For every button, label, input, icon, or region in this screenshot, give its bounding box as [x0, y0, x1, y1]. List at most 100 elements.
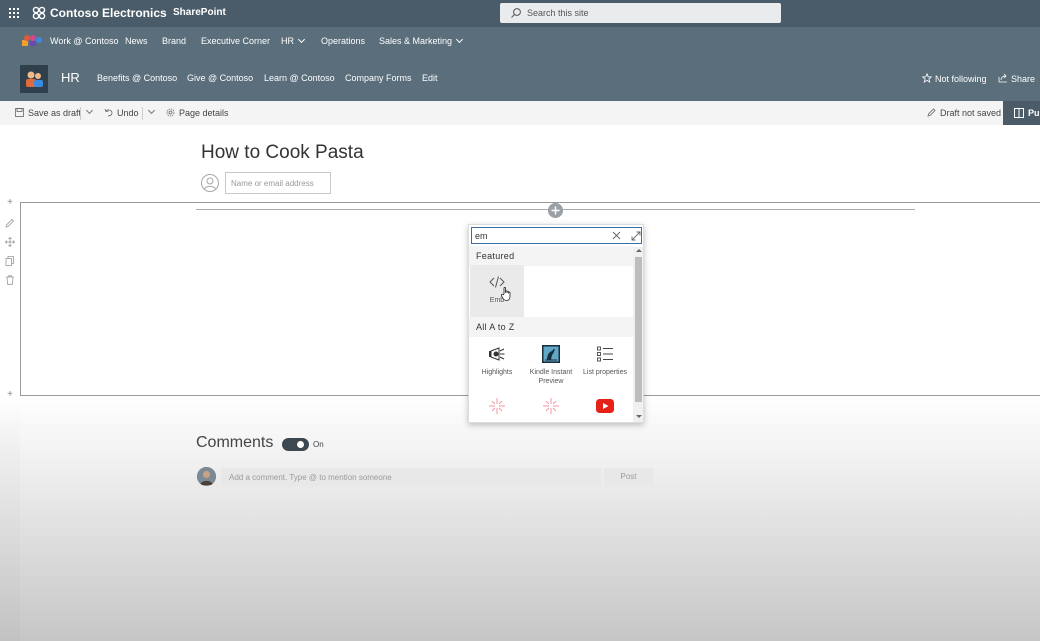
toolbox-featured-heading: Featured: [469, 246, 633, 266]
hub-item-work[interactable]: Work @ Contoso: [50, 36, 119, 46]
toolbox-search-box[interactable]: [471, 227, 642, 244]
add-section-icon[interactable]: +: [5, 198, 15, 208]
avatar: [197, 467, 216, 486]
toolbox-scrollbar[interactable]: [633, 247, 643, 422]
close-icon[interactable]: [612, 231, 621, 240]
post-button[interactable]: Post: [604, 468, 653, 486]
person-icon: [201, 174, 219, 192]
save-draft-label: Save as draft: [28, 108, 82, 118]
save-icon: [15, 108, 24, 117]
hand-cursor-icon: [501, 286, 511, 301]
webpart-tile-highlights[interactable]: Highlights: [470, 337, 524, 389]
site-link-benefits[interactable]: Benefits @ Contoso: [97, 73, 177, 83]
divider: [80, 107, 81, 120]
site-link-edit[interactable]: Edit: [422, 73, 438, 83]
hub-navigation: Work @ Contoso News Brand Executive Corn…: [0, 27, 1040, 55]
webpart-tile-sparkle-2[interactable]: [524, 389, 578, 422]
duplicate-section-icon[interactable]: [5, 256, 15, 266]
star-icon: [921, 72, 933, 84]
webpart-tile-youtube[interactable]: [578, 389, 632, 422]
chevron-down-icon: [297, 35, 306, 44]
publish-button[interactable]: Pu: [1003, 101, 1040, 125]
comments-toggle[interactable]: [282, 438, 309, 451]
toolbox-search-input[interactable]: [475, 229, 605, 242]
site-header: HR Benefits @ Contoso Give @ Contoso Lea…: [0, 55, 1040, 101]
hub-item-hr[interactable]: HR: [281, 35, 306, 46]
draft-status-label: Draft not saved: [940, 108, 1002, 118]
move-section-icon[interactable]: [5, 237, 15, 247]
follow-button[interactable]: Not following: [921, 72, 987, 84]
site-link-learn[interactable]: Learn @ Contoso: [264, 73, 335, 83]
publish-label: Pu: [1028, 108, 1040, 118]
add-webpart-icon[interactable]: [548, 203, 563, 218]
expand-icon[interactable]: [631, 231, 641, 241]
hub-item-sales-marketing[interactable]: Sales & Marketing: [379, 35, 464, 46]
tile-label: List properties: [583, 369, 627, 376]
comments-toggle-label: On: [313, 440, 324, 449]
webpart-tile-embed[interactable]: Emb: [470, 265, 524, 317]
share-button[interactable]: Share: [998, 73, 1035, 84]
list-properties-icon: [597, 346, 613, 362]
sharepoint-app-name[interactable]: SharePoint: [173, 7, 226, 18]
scroll-up-icon[interactable]: [636, 249, 642, 252]
divider: [142, 107, 143, 120]
kindle-icon: [542, 345, 560, 363]
search-input[interactable]: [527, 5, 767, 21]
site-link-company-forms[interactable]: Company Forms: [345, 73, 412, 83]
tile-label: Kindle Instant Preview: [529, 369, 573, 385]
chevron-down-icon[interactable]: [85, 106, 94, 115]
webpart-tile-kindle[interactable]: Kindle Instant Preview: [524, 337, 578, 389]
app-launcher-icon[interactable]: [9, 8, 20, 19]
hub-item-brand[interactable]: Brand: [162, 36, 186, 46]
brand-name[interactable]: Contoso Electronics: [50, 6, 167, 20]
youtube-icon: [596, 399, 614, 413]
hub-item-hr-label: HR: [281, 36, 294, 46]
site-search-box[interactable]: [500, 3, 781, 23]
author-field[interactable]: [225, 172, 331, 194]
hub-item-operations[interactable]: Operations: [321, 36, 365, 46]
page-details-label: Page details: [179, 108, 229, 118]
tile-label: Highlights: [481, 369, 513, 376]
edit-section-icon[interactable]: [5, 218, 15, 228]
draft-status: Draft not saved: [927, 108, 1001, 118]
hub-item-executive-corner[interactable]: Executive Corner: [201, 36, 270, 46]
page-details-button[interactable]: Page details: [166, 108, 229, 118]
hub-item-sales-label: Sales & Marketing: [379, 36, 453, 46]
scrollbar-thumb[interactable]: [635, 257, 642, 402]
undo-icon: [104, 108, 113, 117]
comment-input[interactable]: [221, 468, 601, 486]
sparkle-icon: [543, 398, 559, 414]
webpart-tile-list-properties[interactable]: List properties: [578, 337, 632, 389]
sparkle-icon: [489, 398, 505, 414]
comment-input-box[interactable]: [221, 468, 601, 486]
site-title[interactable]: HR: [61, 70, 80, 85]
gear-icon: [166, 108, 175, 117]
contoso-logo-icon: [32, 6, 46, 20]
undo-button[interactable]: Undo: [104, 108, 139, 118]
comments-title: Comments: [196, 434, 274, 451]
publish-icon: [1014, 108, 1024, 118]
page-title[interactable]: How to Cook Pasta: [201, 142, 364, 164]
chevron-down-icon: [456, 35, 464, 44]
scroll-down-icon[interactable]: [636, 415, 642, 418]
save-draft-button[interactable]: Save as draft: [15, 108, 81, 118]
suite-bar: Contoso Electronics SharePoint: [0, 0, 1040, 27]
az-heading-label: All A to Z: [476, 322, 515, 332]
command-bar: Save as draft Undo Page details Draft no…: [0, 101, 1040, 125]
pencil-icon: [927, 108, 936, 117]
site-link-give[interactable]: Give @ Contoso: [187, 73, 253, 83]
tile-label: Emb: [489, 297, 505, 304]
add-section-icon[interactable]: +: [5, 390, 15, 400]
undo-label: Undo: [117, 108, 139, 118]
follow-label: Not following: [935, 74, 987, 84]
site-logo-icon[interactable]: [20, 65, 48, 93]
author-input[interactable]: [226, 173, 330, 193]
webpart-tile-sparkle-1[interactable]: [470, 389, 524, 422]
chevron-down-icon[interactable]: [147, 106, 156, 115]
delete-section-icon[interactable]: [5, 275, 15, 285]
hub-logo-icon: [22, 35, 42, 46]
search-icon: [511, 8, 521, 18]
section-toolbar: + +: [0, 125, 20, 641]
webpart-toolbox: Featured Emb All A to Z Highlights Kindl…: [468, 224, 644, 423]
hub-item-news[interactable]: News: [125, 36, 148, 46]
